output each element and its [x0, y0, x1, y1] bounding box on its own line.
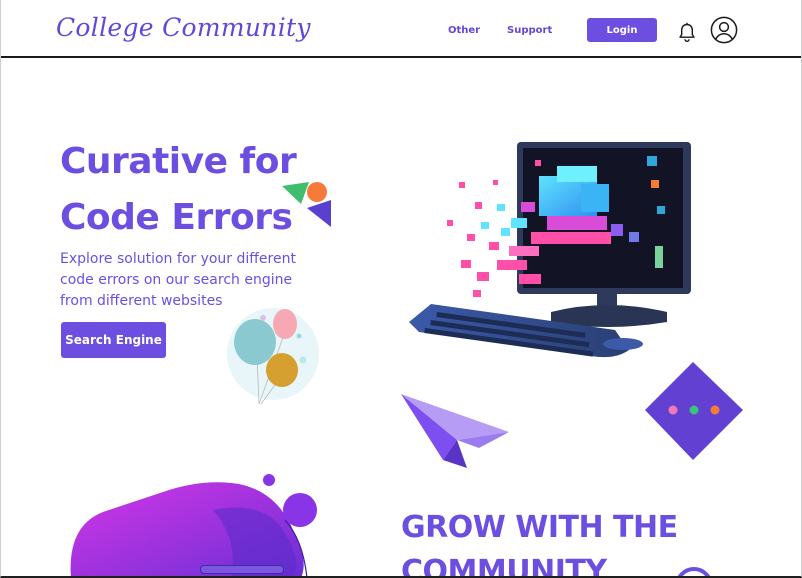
community-title-line1: GROW WITH THE: [401, 510, 678, 545]
nav-link-other[interactable]: Other: [448, 25, 480, 36]
bell-icon[interactable]: [677, 22, 697, 44]
geometric-shapes-illustration: [282, 182, 331, 227]
balloons-illustration: [227, 308, 319, 405]
login-button[interactable]: Login: [587, 18, 657, 42]
computer-monitor-illustration: [409, 142, 691, 358]
site-logo[interactable]: College Community: [56, 13, 311, 42]
community-section-title: GROW WITH THE COMMUNITY: [401, 506, 791, 578]
nav-link-support[interactable]: Support: [507, 25, 552, 36]
page: College Community Other Support Login Cu…: [0, 0, 802, 578]
paper-plane-illustration: [401, 394, 509, 468]
community-title-line2: COMMUNITY: [401, 554, 607, 578]
search-engine-button[interactable]: Search Engine: [61, 322, 166, 358]
hero-description: Explore solution for your different code…: [60, 251, 296, 309]
diamond-dots-illustration: [645, 362, 743, 460]
circle-arc-icon: [677, 567, 711, 576]
top-navbar: College Community Other Support Login: [1, 0, 801, 58]
purple-blob-illustration: [70, 474, 317, 576]
user-circle-icon[interactable]: [710, 16, 738, 44]
scroll-handle[interactable]: [200, 565, 284, 574]
